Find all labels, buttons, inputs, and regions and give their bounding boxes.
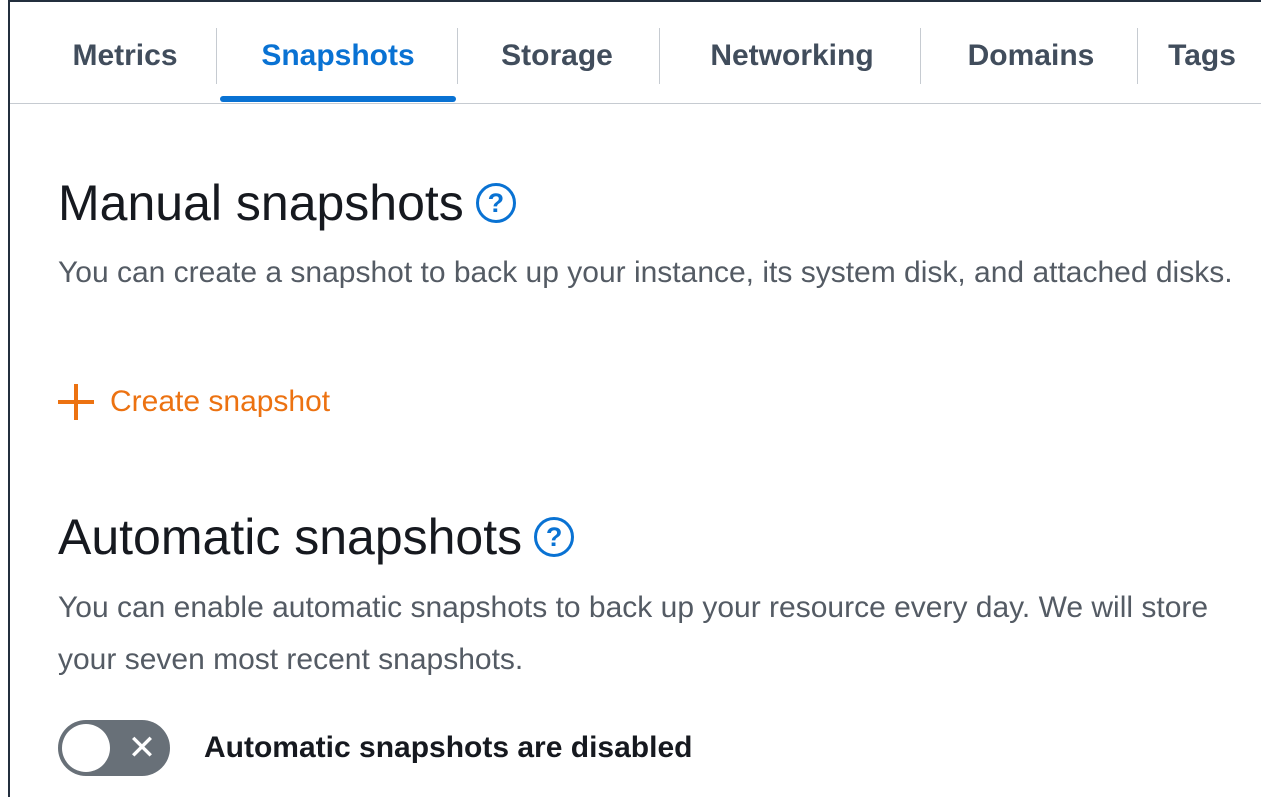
tab-divider bbox=[1137, 28, 1138, 84]
toggle-knob bbox=[62, 724, 110, 772]
manual-snapshots-title: Manual snapshots bbox=[58, 175, 464, 231]
help-icon[interactable]: ? bbox=[475, 183, 516, 223]
toggle-off-icon: ✕ bbox=[127, 729, 157, 767]
tab-divider bbox=[457, 28, 458, 84]
toggle-status-label: Automatic snapshots are disabled bbox=[204, 731, 693, 764]
automatic-snapshots-title: Automatic snapshots bbox=[58, 509, 523, 565]
tab-tags[interactable]: Tags bbox=[1150, 28, 1254, 84]
automatic-snapshots-heading: Automatic snapshots ? bbox=[58, 506, 575, 568]
tab-metrics[interactable]: Metrics bbox=[52, 28, 198, 84]
tab-bar: Metrics Snapshots Storage Networking Dom… bbox=[10, 2, 1261, 104]
tab-networking[interactable]: Networking bbox=[666, 28, 918, 84]
create-snapshot-label: Create snapshot bbox=[110, 385, 331, 418]
tab-divider bbox=[659, 28, 660, 84]
automatic-snapshots-toggle[interactable]: ✕ bbox=[58, 720, 170, 776]
tab-storage[interactable]: Storage bbox=[462, 28, 652, 84]
create-snapshot-link[interactable]: Create snapshot bbox=[58, 378, 330, 426]
active-tab-indicator bbox=[220, 96, 456, 102]
automatic-snapshots-toggle-row: ✕ Automatic snapshots are disabled bbox=[58, 718, 692, 778]
resource-panel: Metrics Snapshots Storage Networking Dom… bbox=[8, 0, 1261, 797]
tab-snapshots[interactable]: Snapshots bbox=[220, 28, 456, 84]
automatic-snapshots-description: You can enable automatic snapshots to ba… bbox=[58, 591, 1209, 676]
tab-divider bbox=[920, 28, 921, 84]
plus-icon bbox=[58, 384, 94, 420]
manual-snapshots-heading: Manual snapshots ? bbox=[58, 172, 516, 234]
tab-divider bbox=[216, 28, 217, 84]
tab-domains[interactable]: Domains bbox=[924, 28, 1138, 84]
help-icon[interactable]: ? bbox=[534, 517, 575, 557]
manual-snapshots-description: You can create a snapshot to back up you… bbox=[58, 256, 1233, 289]
